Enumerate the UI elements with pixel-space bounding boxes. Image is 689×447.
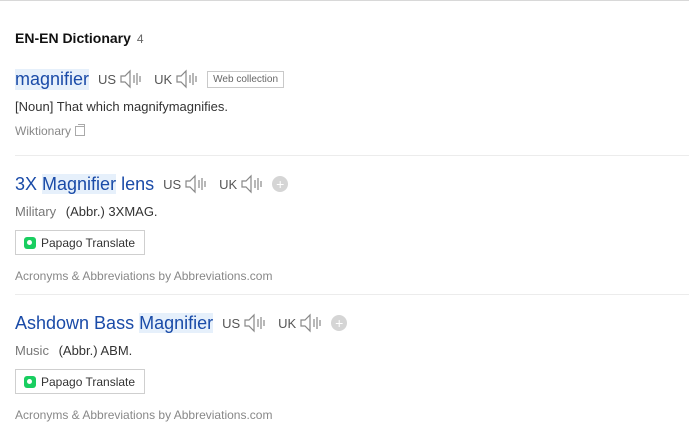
divider bbox=[15, 155, 689, 156]
speaker-icon[interactable] bbox=[299, 313, 325, 333]
web-collection-badge: Web collection bbox=[207, 70, 285, 88]
speaker-icon[interactable] bbox=[240, 174, 266, 194]
definition: Music (Abbr.) ABM. bbox=[15, 343, 689, 358]
divider bbox=[15, 294, 689, 295]
result-count: 4 bbox=[136, 32, 144, 46]
papago-label: Papago Translate bbox=[41, 374, 136, 389]
speaker-icon[interactable] bbox=[119, 69, 145, 89]
papago-icon bbox=[24, 375, 36, 388]
pron-uk-label: UK bbox=[278, 315, 297, 331]
entry-3x-magnifier-lens: 3X Magnifier lens US UK + Military (Abbr… bbox=[15, 170, 689, 283]
definition: [Noun] That which magnifymagnifies. bbox=[15, 99, 689, 114]
add-to-wordbook-button[interactable]: + bbox=[272, 176, 289, 192]
definition: Military (Abbr.) 3XMAG. bbox=[15, 204, 689, 219]
copy-icon[interactable] bbox=[75, 124, 86, 136]
definition-text: That which magnifymagnifies. bbox=[56, 99, 228, 114]
definition-text: (Abbr.) ABM. bbox=[58, 343, 133, 358]
provider-link[interactable]: Acronyms & Abbreviations by Abbreviation… bbox=[15, 408, 689, 422]
section-title-text: EN-EN Dictionary bbox=[15, 30, 131, 46]
pron-uk: UK bbox=[219, 174, 266, 194]
headword-highlight: Magnifier bbox=[139, 312, 214, 333]
headword-part: Ashdown Bass bbox=[15, 312, 140, 333]
source-link[interactable]: Wiktionary bbox=[15, 124, 71, 138]
source: Wiktionary bbox=[15, 124, 689, 138]
pron-us: US bbox=[163, 174, 210, 194]
headword-link[interactable]: 3X Magnifier lens bbox=[15, 173, 155, 195]
pron-uk-label: UK bbox=[219, 176, 238, 192]
pron-us-label: US bbox=[98, 71, 117, 87]
section-title: EN-EN Dictionary 4 bbox=[15, 30, 144, 46]
field-label: Military bbox=[15, 204, 57, 219]
pron-us: US bbox=[98, 69, 145, 89]
definition-text: (Abbr.) 3XMAG. bbox=[65, 204, 158, 219]
provider-link[interactable]: Acronyms & Abbreviations by Abbreviation… bbox=[15, 269, 689, 283]
speaker-icon[interactable] bbox=[184, 174, 210, 194]
headword-part: 3X bbox=[15, 173, 43, 194]
pron-uk: UK bbox=[154, 69, 201, 89]
pron-uk: UK bbox=[278, 313, 325, 333]
entry-magnifier: magnifier US UK Web collection [Noun] Th… bbox=[15, 65, 689, 138]
papago-translate-button[interactable]: Papago Translate bbox=[15, 369, 146, 394]
pron-us-label: US bbox=[222, 315, 241, 331]
entry-ashdown-bass-magnifier: Ashdown Bass Magnifier US UK + Music (Ab… bbox=[15, 309, 689, 422]
pron-uk-label: UK bbox=[154, 71, 173, 87]
part-of-speech: [Noun] bbox=[15, 99, 54, 114]
headword-highlight: Magnifier bbox=[42, 173, 117, 194]
papago-translate-button[interactable]: Papago Translate bbox=[15, 230, 146, 255]
field-label: Music bbox=[15, 343, 49, 358]
add-to-wordbook-button[interactable]: + bbox=[331, 315, 348, 331]
pron-us: US bbox=[222, 313, 269, 333]
headword-part: lens bbox=[116, 173, 155, 194]
headword-link[interactable]: Ashdown Bass Magnifier bbox=[15, 312, 214, 334]
headword-link[interactable]: magnifier bbox=[15, 68, 90, 90]
pron-us-label: US bbox=[163, 176, 182, 192]
speaker-icon[interactable] bbox=[175, 69, 201, 89]
papago-label: Papago Translate bbox=[41, 235, 136, 250]
papago-icon bbox=[24, 236, 36, 249]
speaker-icon[interactable] bbox=[243, 313, 269, 333]
